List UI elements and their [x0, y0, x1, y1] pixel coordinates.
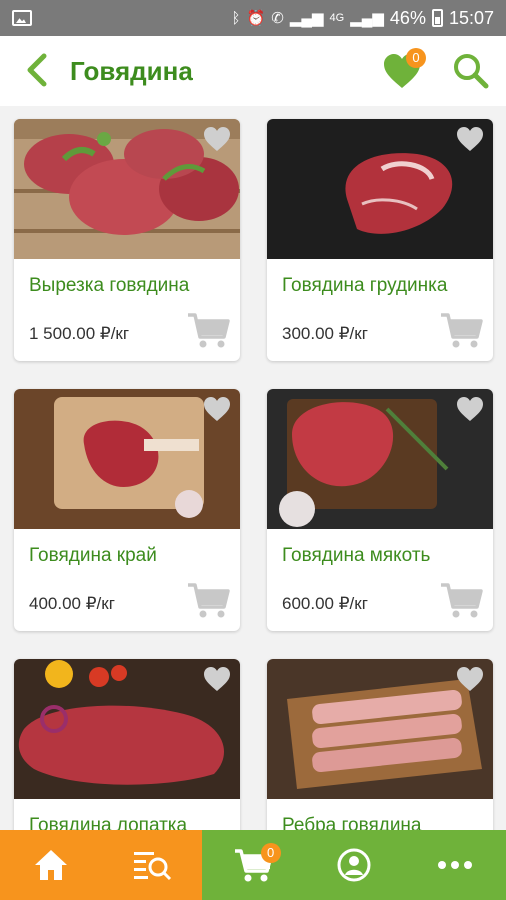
home-button[interactable]	[29, 843, 73, 887]
product-name[interactable]: Ребра говядина	[282, 815, 422, 830]
product-name[interactable]: Говядина лопатка	[29, 815, 187, 830]
favorite-heart-icon[interactable]	[455, 395, 485, 423]
cart-button[interactable]: 0	[231, 843, 281, 887]
product-name[interactable]: Говядина мякоть	[282, 545, 430, 567]
product-card[interactable]: Говядина лопатка	[14, 659, 240, 830]
catalog-search-icon	[133, 852, 171, 881]
favorite-heart-icon[interactable]	[202, 125, 232, 153]
add-to-cart-icon[interactable]	[439, 311, 483, 349]
status-bar: ᛒ ⏰ ✆ ▂▄▆ 4G ▂▄▆ 46% 15:07	[0, 0, 506, 36]
alarm-icon: ⏰	[246, 10, 266, 27]
bottom-nav-left-section	[0, 830, 202, 900]
network-type: 4G	[329, 12, 345, 24]
product-price: 1 500.00 ₽/кг	[29, 324, 130, 343]
add-to-cart-icon[interactable]	[439, 581, 483, 619]
battery-icon	[431, 9, 443, 27]
more-button[interactable]	[433, 843, 477, 887]
profile-icon	[337, 848, 371, 882]
page-title: Говядина	[70, 56, 193, 86]
more-icon	[438, 861, 473, 869]
product-price: 300.00 ₽/кг	[282, 324, 368, 343]
product-price: 400.00 ₽/кг	[29, 594, 115, 613]
clock: 15:07	[448, 7, 494, 28]
product-card[interactable]: Вырезка говядина 1 500.00 ₽/кг	[14, 119, 240, 361]
gallery-notification-icon	[12, 10, 32, 26]
bluetooth-icon: ᛒ	[231, 9, 241, 27]
product-card[interactable]: Говядина мякоть 600.00 ₽/кг	[267, 389, 493, 631]
search-icon[interactable]	[452, 52, 490, 90]
back-arrow-icon[interactable]	[22, 52, 52, 88]
favorites-count-badge: 0	[406, 48, 426, 68]
favorite-heart-icon[interactable]	[202, 665, 232, 693]
favorite-heart-icon[interactable]	[455, 125, 485, 153]
product-name[interactable]: Говядина грудинка	[282, 275, 447, 297]
add-to-cart-icon[interactable]	[186, 581, 230, 619]
product-price: 600.00 ₽/кг	[282, 594, 368, 613]
signal-icon: ▂▄▆	[289, 10, 324, 27]
favorite-heart-icon[interactable]	[202, 395, 232, 423]
product-card[interactable]: Говядина край 400.00 ₽/кг	[14, 389, 240, 631]
catalog-search-button[interactable]	[130, 843, 174, 887]
home-icon	[34, 850, 67, 880]
bottom-navigation: 0	[0, 830, 506, 900]
add-to-cart-icon[interactable]	[186, 311, 230, 349]
app-bar: Говядина 0	[0, 36, 506, 106]
product-grid: Вырезка говядина 1 500.00 ₽/кг Говядина …	[0, 106, 506, 830]
call-icon: ✆	[271, 10, 284, 27]
favorite-heart-icon[interactable]	[455, 665, 485, 693]
bottom-nav-right-section: 0	[202, 830, 506, 900]
product-card[interactable]: Ребра говядина	[267, 659, 493, 830]
product-card[interactable]: Говядина грудинка 300.00 ₽/кг	[267, 119, 493, 361]
product-name[interactable]: Говядина край	[29, 545, 157, 567]
battery-percent: 46%	[389, 7, 426, 28]
profile-button[interactable]	[332, 843, 376, 887]
product-name[interactable]: Вырезка говядина	[29, 275, 189, 297]
cart-count-badge: 0	[260, 843, 281, 863]
signal-icon-2: ▂▄▆	[350, 10, 384, 27]
